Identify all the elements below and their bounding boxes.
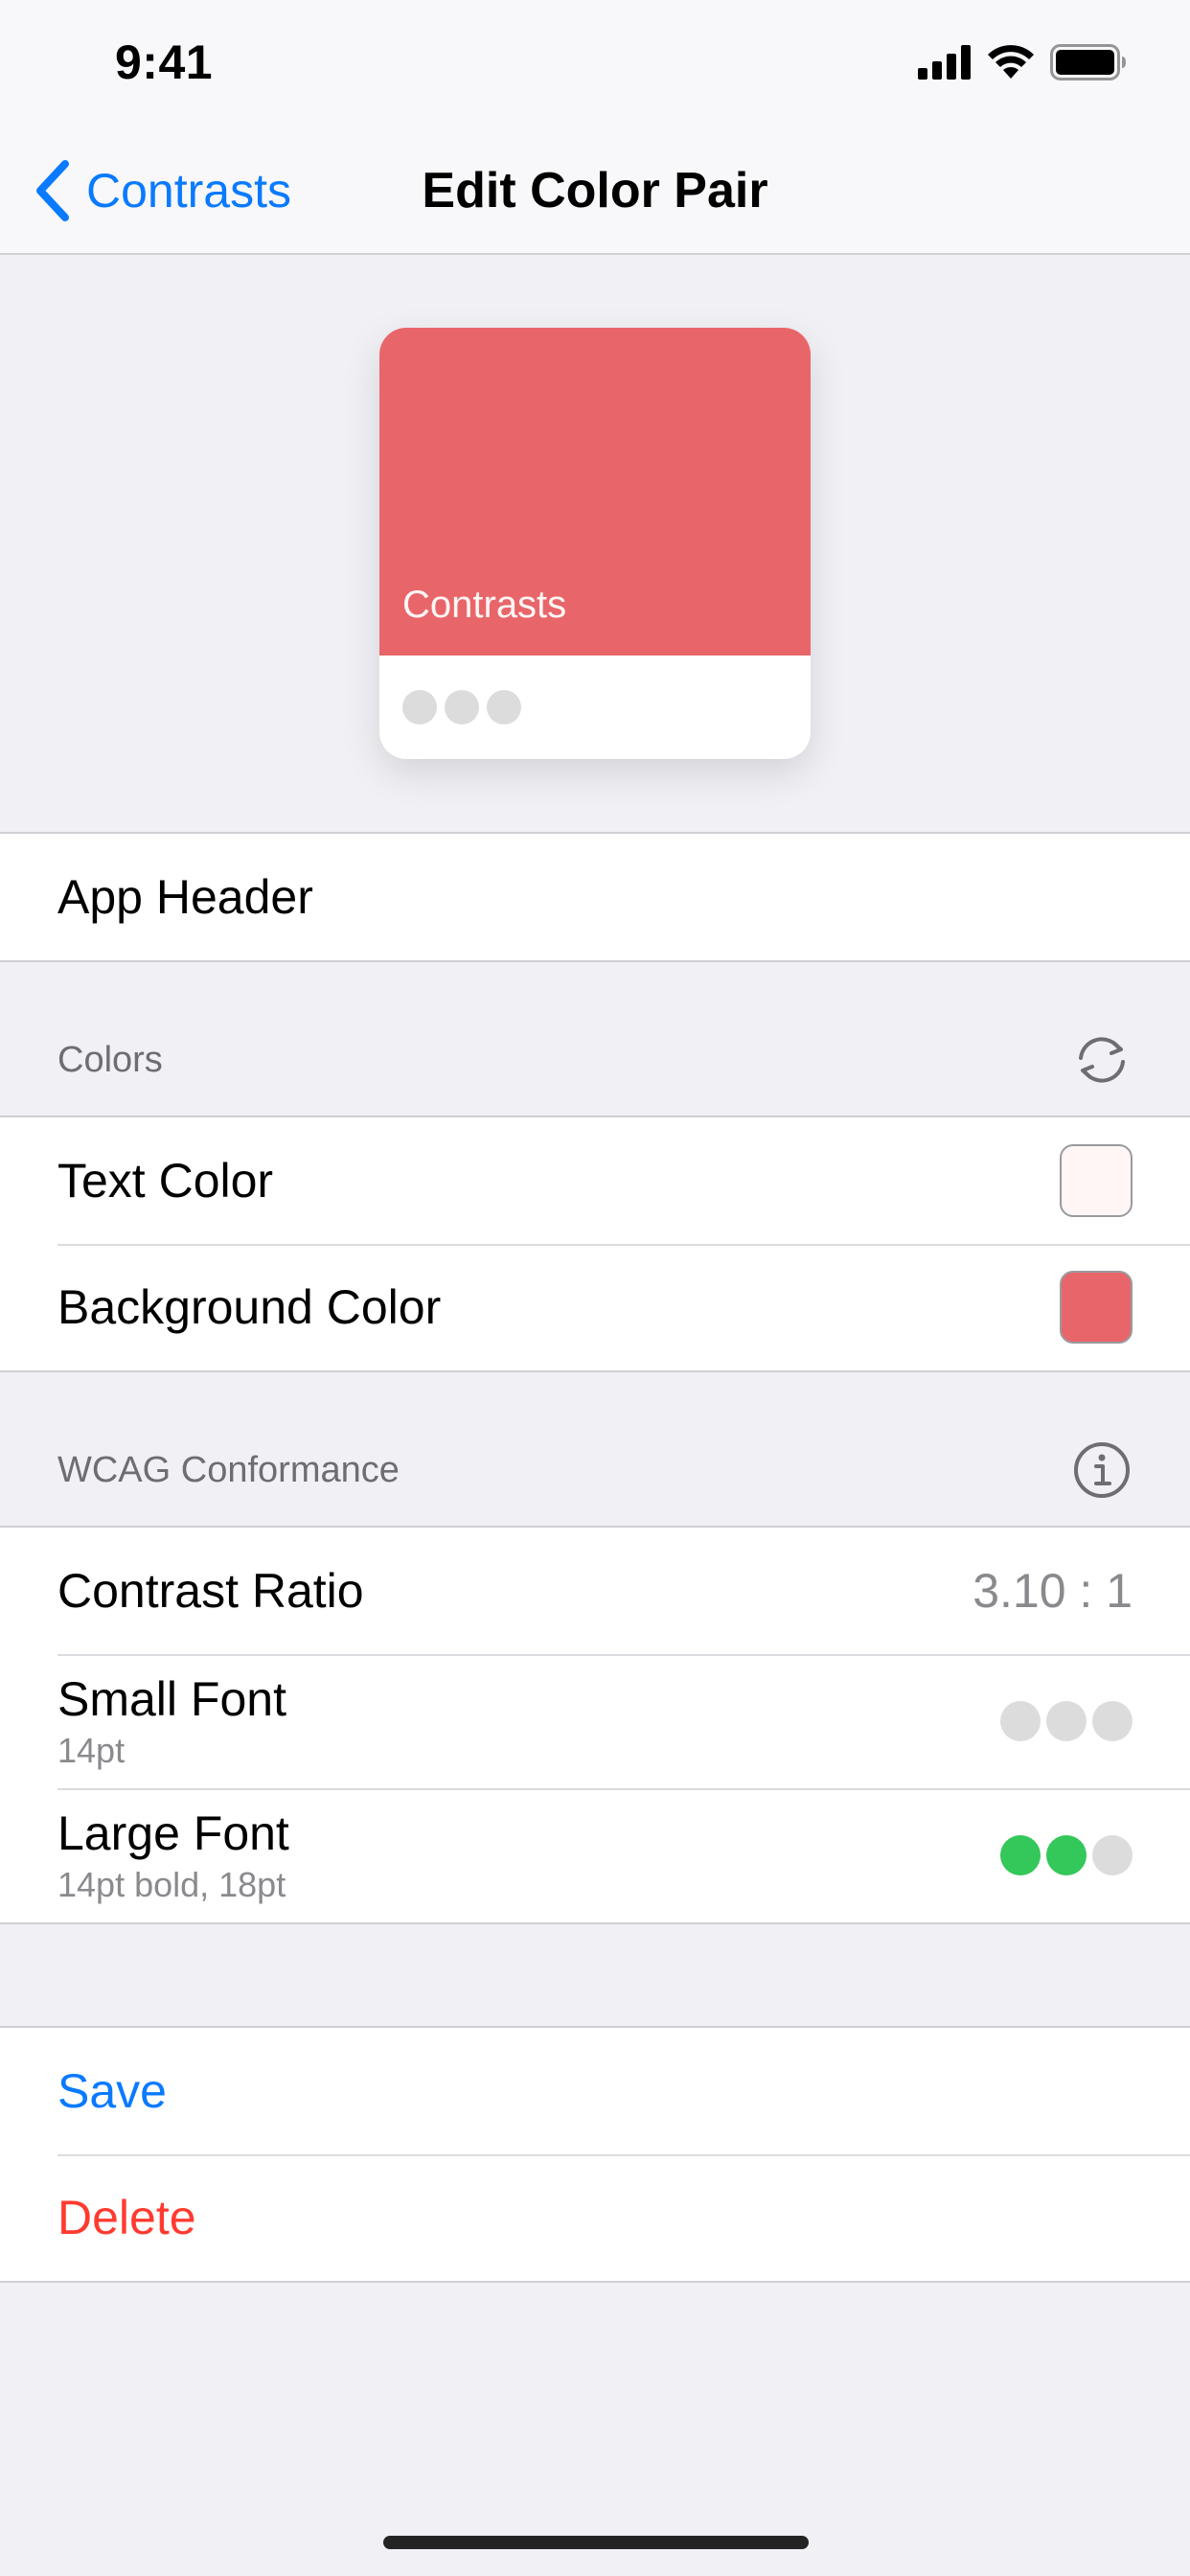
large-font-row: Large Font 14pt bold, 18pt <box>0 1788 1190 1922</box>
small-font-text: Small Font 14pt <box>57 1671 1000 1771</box>
large-font-text: Large Font 14pt bold, 18pt <box>57 1806 1000 1905</box>
large-font-rating <box>1000 1835 1133 1875</box>
save-button-label: Save <box>57 2064 167 2118</box>
wcag-section-title: WCAG Conformance <box>57 1450 400 1490</box>
preview-indicator-dots <box>402 690 521 724</box>
cellular-signal-icon <box>918 45 971 80</box>
contrast-ratio-row: Contrast Ratio 3.10 : 1 <box>0 1528 1190 1654</box>
colors-section-header: Colors <box>0 960 1190 1117</box>
delete-button[interactable]: Delete <box>0 2154 1190 2281</box>
rating-dot <box>1092 1701 1133 1741</box>
navigation-bar: Contrasts Edit Color Pair <box>0 128 1190 255</box>
large-font-label: Large Font <box>57 1806 289 1860</box>
color-pair-preview-card: Contrasts <box>379 328 811 759</box>
page-title: Edit Color Pair <box>422 163 768 218</box>
wifi-icon <box>988 45 1034 79</box>
battery-icon <box>1050 44 1126 80</box>
background-color-row[interactable]: Background Color <box>0 1244 1190 1370</box>
contrast-ratio-label: Contrast Ratio <box>57 1564 364 1618</box>
swap-colors-icon[interactable] <box>1071 1029 1133 1091</box>
preview-color-area: Contrasts <box>379 328 811 656</box>
preview-dot <box>402 690 437 724</box>
rating-dot <box>1046 1835 1087 1875</box>
small-font-row: Small Font 14pt <box>0 1654 1190 1788</box>
background-color-swatch[interactable] <box>1060 1271 1133 1344</box>
wcag-group: Contrast Ratio 3.10 : 1 Small Font 14pt … <box>0 1526 1190 1924</box>
status-icons <box>918 44 1127 80</box>
wcag-section-header: WCAG Conformance <box>0 1370 1190 1528</box>
contrast-ratio-value: 3.10 : 1 <box>973 1564 1133 1618</box>
screen: 9:41 Contrasts Edit Color Pair Contrasts… <box>0 0 1190 2576</box>
preview-dot <box>487 690 521 724</box>
name-field[interactable]: App Header <box>0 834 1190 960</box>
background-color-label: Background Color <box>57 1280 442 1334</box>
status-bar: 9:41 <box>0 0 1190 128</box>
delete-button-label: Delete <box>57 2191 196 2244</box>
preview-title: Contrasts <box>402 584 567 626</box>
small-font-label: Small Font <box>57 1672 286 1726</box>
small-font-sub: 14pt <box>57 1731 126 1770</box>
actions-group: Save Delete <box>0 2026 1190 2283</box>
colors-section-title: Colors <box>57 1040 163 1080</box>
large-font-sub: 14pt bold, 18pt <box>57 1865 286 1904</box>
colors-group: Text Color Background Color <box>0 1116 1190 1372</box>
text-color-label: Text Color <box>57 1154 274 1208</box>
home-indicator <box>383 2536 809 2549</box>
status-time: 9:41 <box>115 35 214 89</box>
rating-dot <box>1092 1835 1133 1875</box>
rating-dot <box>1000 1701 1041 1741</box>
info-icon[interactable] <box>1071 1439 1133 1501</box>
text-color-swatch[interactable] <box>1060 1144 1133 1217</box>
rating-dot <box>1046 1701 1087 1741</box>
preview-dot <box>445 690 479 724</box>
text-color-row[interactable]: Text Color <box>0 1117 1190 1244</box>
small-font-rating <box>1000 1701 1133 1741</box>
name-field-value: App Header <box>57 870 313 924</box>
name-group: App Header <box>0 832 1190 962</box>
save-button[interactable]: Save <box>0 2028 1190 2154</box>
rating-dot <box>1000 1835 1041 1875</box>
